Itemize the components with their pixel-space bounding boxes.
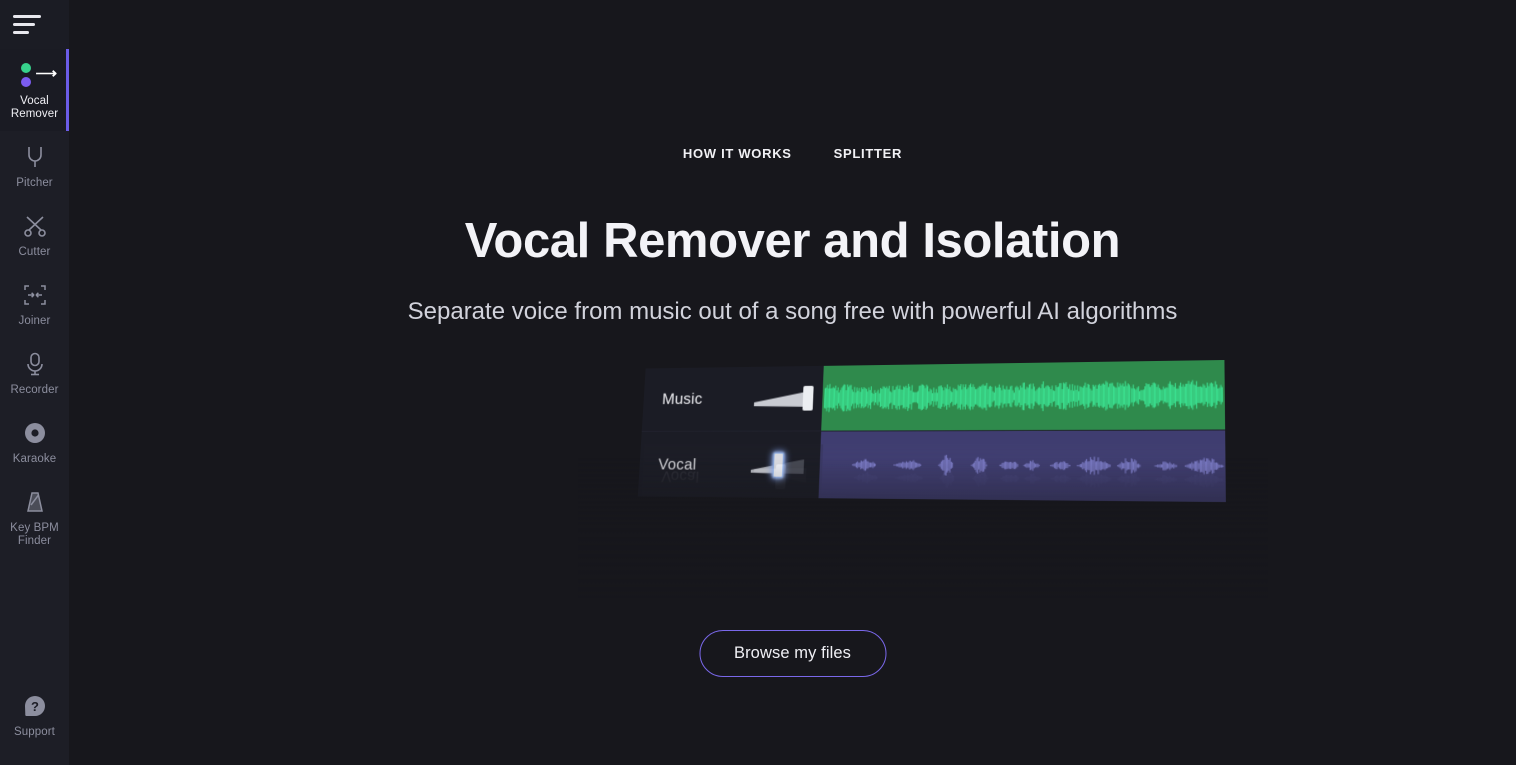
vocal-remover-logo-icon: ⟶ (18, 60, 57, 90)
main-content: HOW IT WORKS SPLITTER Vocal Remover and … (69, 0, 1516, 765)
hero-illustration: Music Vocal Vocal (578, 360, 1268, 598)
track-row: Music (641, 360, 1226, 433)
hamburger-menu-icon[interactable] (13, 15, 41, 34)
sidebar-nav: ⟶ Vocal Remover Pitcher Cutter Joiner Re… (0, 49, 69, 558)
track-header: Music (641, 365, 824, 432)
svg-text:?: ? (31, 699, 39, 714)
music-waveform (823, 380, 1223, 413)
tuning-fork-icon (18, 142, 52, 172)
microphone-icon (18, 349, 52, 379)
track-label: Music (661, 389, 703, 408)
vocal-volume-slider[interactable] (750, 452, 815, 478)
sidebar-item-key-bpm-finder[interactable]: Key BPM Finder (0, 476, 69, 558)
record-disc-icon (18, 418, 52, 448)
track-panel: Music Vocal (636, 360, 1227, 531)
track-label: Vocal (657, 454, 697, 473)
page-title: Vocal Remover and Isolation (464, 214, 1121, 268)
sidebar-item-joiner[interactable]: Joiner (0, 269, 69, 338)
music-volume-slider[interactable] (753, 385, 818, 411)
sidebar-footer: ? Support (0, 680, 69, 765)
sidebar-item-label: Vocal Remover (10, 95, 59, 120)
sidebar: ⟶ Vocal Remover Pitcher Cutter Joiner Re… (0, 0, 69, 765)
scissors-icon (18, 211, 52, 241)
sidebar-header (0, 0, 69, 49)
vocal-waveform-area (818, 430, 1227, 503)
sidebar-item-karaoke[interactable]: Karaoke (0, 407, 69, 476)
sidebar-item-recorder[interactable]: Recorder (0, 338, 69, 407)
track-header: Vocal (637, 431, 822, 499)
vocal-waveform (852, 454, 1224, 476)
sidebar-item-support[interactable]: ? Support (0, 680, 69, 749)
slider-knob[interactable] (772, 452, 784, 478)
question-mark-icon: ? (18, 691, 52, 721)
sidebar-item-label: Pitcher (16, 177, 53, 189)
browse-my-files-button[interactable]: Browse my files (698, 630, 887, 677)
sidebar-item-pitcher[interactable]: Pitcher (0, 131, 69, 200)
sidebar-item-label: Karaoke (12, 453, 57, 465)
app-root: ⟶ Vocal Remover Pitcher Cutter Joiner Re… (0, 0, 1516, 765)
sidebar-item-vocal-remover[interactable]: ⟶ Vocal Remover (0, 49, 69, 131)
top-navigation: HOW IT WORKS SPLITTER (69, 146, 1516, 161)
track-row: Vocal (637, 430, 1227, 503)
sidebar-item-label: Cutter (18, 246, 51, 258)
sidebar-item-label: Support (14, 726, 55, 738)
join-arrows-icon (18, 280, 52, 310)
slider-knob[interactable] (802, 385, 814, 411)
sidebar-item-label: Key BPM Finder (10, 522, 59, 547)
sidebar-item-label: Joiner (18, 315, 51, 327)
metronome-icon (18, 487, 52, 517)
nav-link-splitter[interactable]: SPLITTER (834, 146, 902, 161)
page-subtitle: Separate voice from music out of a song … (407, 298, 1178, 325)
sidebar-item-label: Recorder (10, 384, 59, 396)
nav-link-how-it-works[interactable]: HOW IT WORKS (683, 146, 792, 161)
sidebar-item-cutter[interactable]: Cutter (0, 200, 69, 269)
music-waveform-area (821, 360, 1226, 431)
